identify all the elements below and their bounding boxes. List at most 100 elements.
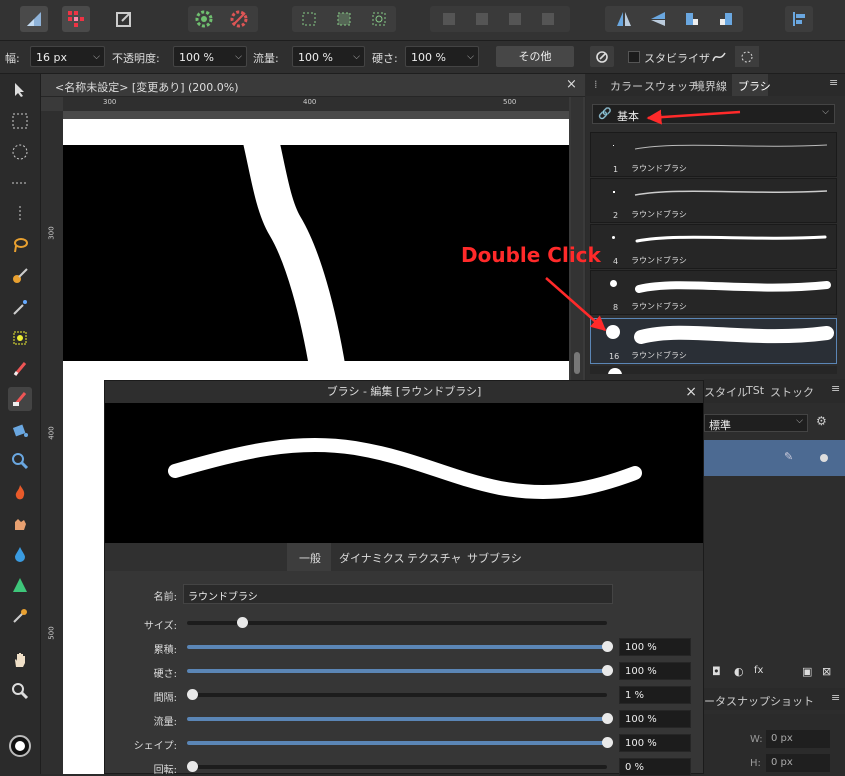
flood-select-tool-icon[interactable] bbox=[8, 326, 32, 350]
panel-menu-icon[interactable]: ≡ bbox=[829, 76, 838, 89]
width-field[interactable]: 16 px ⌵ bbox=[30, 46, 105, 67]
zoom-view-tool-icon[interactable] bbox=[8, 679, 32, 703]
boolean-intersect-icon[interactable] bbox=[501, 6, 529, 32]
param-value-field[interactable]: 100 % bbox=[619, 710, 691, 728]
adjustment-icon[interactable]: ◐ bbox=[734, 665, 744, 678]
param-slider[interactable] bbox=[187, 713, 613, 724]
param-slider[interactable] bbox=[187, 617, 607, 628]
export-persona-icon[interactable] bbox=[110, 6, 138, 32]
brush-item[interactable]: 4 ラウンドブラシ bbox=[590, 224, 837, 269]
flow-field[interactable]: 100 % ⌵ bbox=[292, 46, 365, 67]
designer-persona-icon[interactable] bbox=[20, 6, 48, 32]
tab-sub-brushes[interactable]: サブブラシ bbox=[467, 550, 522, 566]
select-all-icon[interactable] bbox=[295, 6, 323, 32]
param-slider[interactable] bbox=[187, 641, 613, 652]
param-slider[interactable] bbox=[187, 761, 607, 772]
w-field[interactable]: 0 px bbox=[766, 730, 830, 748]
color-picker-tool-icon[interactable] bbox=[8, 604, 32, 628]
tab-stock[interactable]: ストック bbox=[770, 384, 814, 400]
lasso-tool-icon[interactable] bbox=[8, 233, 32, 257]
tab-dynamics[interactable]: ダイナミクス bbox=[339, 550, 404, 566]
tab-texture[interactable]: テクスチャ bbox=[407, 550, 462, 566]
slider-knob[interactable] bbox=[602, 737, 613, 748]
slider-knob[interactable] bbox=[602, 713, 613, 724]
tab-general[interactable]: 一般 bbox=[299, 550, 321, 566]
tab-navigator[interactable]: ータ bbox=[704, 693, 726, 709]
column-marquee-tool-icon[interactable] bbox=[8, 202, 32, 226]
boolean-add-icon[interactable] bbox=[435, 6, 463, 32]
brush-category-select[interactable]: 🔗 基本 ⌵ bbox=[592, 104, 835, 124]
brush-item[interactable]: 8 ラウンドブラシ bbox=[590, 270, 837, 315]
tab-swatches[interactable]: スウォッチ bbox=[644, 78, 699, 94]
fx-icon[interactable]: fx bbox=[754, 665, 763, 676]
tab-stroke[interactable]: 境界線 bbox=[694, 78, 727, 94]
opacity-field[interactable]: 100 % ⌵ bbox=[173, 46, 247, 67]
panel-menu-icon[interactable]: ≡ bbox=[831, 691, 840, 704]
blend-mode-select[interactable]: 標準 ⌵ bbox=[704, 414, 808, 432]
deselect-icon[interactable] bbox=[330, 6, 358, 32]
align-icon[interactable] bbox=[785, 6, 813, 32]
settings-off-icon[interactable] bbox=[225, 6, 253, 32]
burn-tool-icon[interactable] bbox=[8, 480, 32, 504]
selection-brush-tool-icon[interactable] bbox=[8, 264, 32, 288]
erase-brush-tool-icon[interactable] bbox=[8, 387, 32, 411]
brush-item-partial[interactable] bbox=[590, 366, 837, 374]
close-dialog-icon[interactable]: × bbox=[685, 381, 697, 403]
boolean-xor-icon[interactable] bbox=[534, 6, 562, 32]
tab-color[interactable]: カラー bbox=[610, 78, 643, 94]
rect-marquee-tool-icon[interactable] bbox=[8, 109, 32, 133]
magic-wand-tool-icon[interactable] bbox=[8, 295, 32, 319]
smudge-tool-icon[interactable] bbox=[8, 511, 32, 535]
rotate-right-icon[interactable] bbox=[712, 6, 740, 32]
invert-selection-icon[interactable] bbox=[365, 6, 393, 32]
hand-tool-icon[interactable] bbox=[8, 648, 32, 672]
more-button[interactable]: その他 bbox=[496, 46, 574, 67]
flip-vertical-icon[interactable] bbox=[644, 6, 672, 32]
slider-knob[interactable] bbox=[602, 665, 613, 676]
rope-mode-icon[interactable] bbox=[707, 46, 731, 67]
tab-text-styles[interactable]: TSt bbox=[746, 384, 764, 397]
sharpen-tool-icon[interactable] bbox=[8, 573, 32, 597]
stabilizer-checkbox[interactable] bbox=[628, 51, 640, 63]
settings-gear-icon[interactable] bbox=[190, 6, 218, 32]
tab-snapshots[interactable]: スナップショット bbox=[726, 693, 814, 709]
row-marquee-tool-icon[interactable] bbox=[8, 171, 32, 195]
close-document-icon[interactable]: × bbox=[566, 77, 577, 92]
slider-knob[interactable] bbox=[602, 641, 613, 652]
zoom-tool-icon[interactable] bbox=[8, 449, 32, 473]
move-tool-icon[interactable] bbox=[8, 78, 32, 102]
add-layer-icon[interactable]: ▣ bbox=[802, 665, 812, 678]
flood-fill-tool-icon[interactable] bbox=[8, 418, 32, 442]
param-value-field[interactable]: 1 % bbox=[619, 686, 691, 704]
param-value-field[interactable]: 100 % bbox=[619, 662, 691, 680]
tab-brushes[interactable]: ブラシ bbox=[738, 78, 771, 94]
brush-item[interactable]: 1 ラウンドブラシ bbox=[590, 132, 837, 177]
brush-name-field[interactable]: ラウンドブラシ bbox=[183, 584, 613, 604]
h-field[interactable]: 0 px bbox=[766, 754, 830, 772]
window-mode-icon[interactable] bbox=[735, 46, 759, 67]
param-value-field[interactable]: 100 % bbox=[619, 734, 691, 752]
flip-horizontal-icon[interactable] bbox=[610, 6, 638, 32]
ellipse-marquee-tool-icon[interactable] bbox=[8, 140, 32, 164]
brush-item-selected[interactable]: 16 ラウンドブラシ bbox=[590, 318, 837, 364]
panel-menu-icon[interactable]: ≡ bbox=[831, 382, 840, 395]
slider-knob[interactable] bbox=[187, 761, 198, 772]
mask-icon[interactable]: ◘ bbox=[712, 665, 721, 678]
param-slider[interactable] bbox=[187, 689, 607, 700]
paint-brush-tool-icon[interactable] bbox=[8, 357, 32, 381]
tab-styles[interactable]: スタイル bbox=[704, 384, 748, 400]
slider-knob[interactable] bbox=[236, 617, 248, 628]
blur-tool-icon[interactable] bbox=[8, 542, 32, 566]
rotate-left-icon[interactable] bbox=[678, 6, 706, 32]
visibility-icon[interactable] bbox=[820, 454, 828, 462]
pixel-persona-icon[interactable] bbox=[62, 6, 90, 32]
brush-settings-icon[interactable] bbox=[590, 46, 614, 67]
brush-item[interactable]: 2 ラウンドブラシ bbox=[590, 178, 837, 223]
delete-layer-icon[interactable]: ⊠ bbox=[822, 665, 831, 678]
param-slider[interactable] bbox=[187, 665, 613, 676]
layer-row-selected[interactable]: ✎ bbox=[704, 440, 845, 476]
param-value-field[interactable]: 100 % bbox=[619, 638, 691, 656]
boolean-subtract-icon[interactable] bbox=[468, 6, 496, 32]
slider-knob[interactable] bbox=[187, 689, 198, 700]
param-slider[interactable] bbox=[187, 737, 613, 748]
